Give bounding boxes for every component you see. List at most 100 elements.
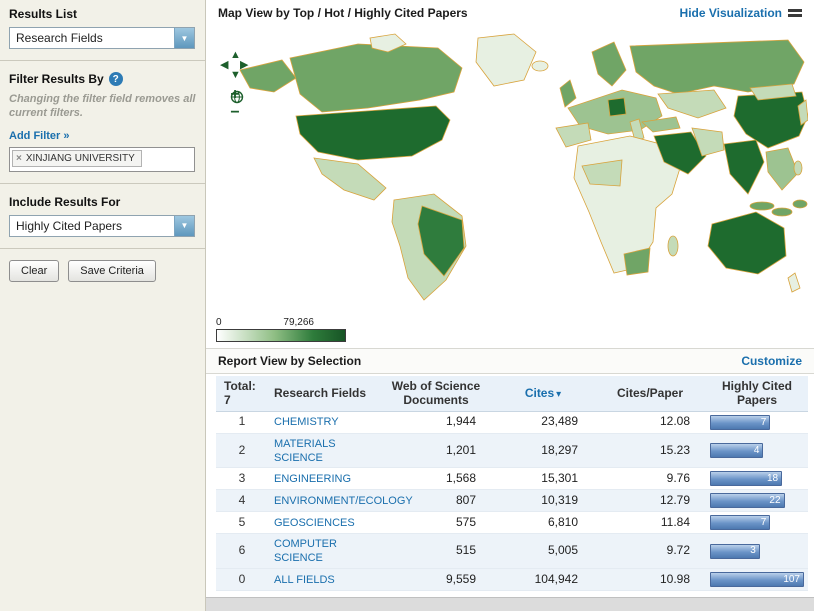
zoom-out-button[interactable]: −	[230, 106, 239, 120]
hcp-cell: 18	[706, 468, 808, 490]
cites-per-paper-cell: 11.84	[594, 512, 706, 534]
total-count-header: Total: 7	[216, 376, 268, 411]
rank-cell: 4	[216, 490, 268, 512]
column-header-cites-per-paper[interactable]: Cites/Paper	[594, 376, 706, 411]
map-legend: 0 79,266	[216, 317, 346, 342]
table-row: 4ENVIRONMENT/ECOLOGY80710,31912.7922	[216, 490, 808, 512]
table-row: 2MATERIALS SCIENCE 1,20118,29715.23 4	[216, 433, 808, 468]
hcp-value: 107	[783, 574, 800, 586]
research-field-link[interactable]: ENVIRONMENT/ECOLOGY	[274, 495, 413, 507]
save-criteria-button[interactable]: Save Criteria	[68, 260, 156, 282]
column-header-research-fields[interactable]: Research Fields	[268, 376, 380, 411]
research-field-link[interactable]: ALL FIELDS	[274, 574, 335, 586]
legend-min-label: 0	[216, 317, 222, 328]
hcp-bar: 7	[710, 415, 770, 430]
hcp-value: 3	[750, 545, 756, 557]
table-header-row: Total: 7 Research Fields Web of Science …	[216, 376, 808, 411]
research-field-link[interactable]: COMPUTER SCIENCE	[274, 538, 337, 564]
rank-cell: 2	[216, 433, 268, 468]
include-results-title: Include Results For	[9, 195, 196, 209]
field-cell: ENVIRONMENT/ECOLOGY	[268, 490, 380, 512]
column-header-highly-cited[interactable]: Highly Cited Papers	[706, 376, 808, 411]
rank-cell: 6	[216, 534, 268, 569]
rank-cell: 1	[216, 411, 268, 433]
research-field-link[interactable]: GEOSCIENCES	[274, 517, 355, 529]
documents-cell: 1,568	[380, 468, 492, 490]
field-cell: GEOSCIENCES	[268, 512, 380, 534]
world-map[interactable]: ▲ ◀ ▶ ▼ + − 0 79,266	[206, 26, 814, 348]
sidebar-divider	[0, 248, 205, 249]
sidebar: Results List Research Fields ▼ Filter Re…	[0, 0, 206, 611]
hcp-cell: 4	[706, 433, 808, 468]
hcp-bar: 3	[710, 544, 760, 559]
world-map-svg	[210, 28, 808, 308]
sidebar-divider	[0, 60, 205, 61]
results-list-select[interactable]: Research Fields ▼	[9, 27, 195, 49]
pan-right-icon[interactable]: ▶	[240, 60, 248, 71]
report-view-header: Report View by Selection Customize	[206, 348, 814, 374]
cites-per-paper-cell: 12.79	[594, 490, 706, 512]
pan-down-icon[interactable]: ▼	[230, 70, 241, 81]
hcp-cell: 22	[706, 490, 808, 512]
research-field-link[interactable]: MATERIALS SCIENCE	[274, 438, 336, 464]
hcp-cell: 3	[706, 534, 808, 569]
remove-filter-icon[interactable]: ×	[16, 153, 22, 164]
sort-desc-icon: ▾	[556, 389, 561, 400]
hcp-bar: 4	[710, 443, 763, 458]
rank-cell: 5	[216, 512, 268, 534]
cites-cell: 23,489	[492, 411, 594, 433]
cites-cell: 18,297	[492, 433, 594, 468]
table-total-row: 0ALL FIELDS9,559104,94210.98107	[216, 568, 808, 590]
rank-cell: 0	[216, 568, 268, 590]
hide-visualization-icon[interactable]	[788, 7, 802, 19]
cites-per-paper-cell: 15.23	[594, 433, 706, 468]
field-cell: ALL FIELDS	[268, 568, 380, 590]
rank-cell: 3	[216, 468, 268, 490]
legend-gradient-bar	[216, 329, 346, 342]
research-field-link[interactable]: CHEMISTRY	[274, 416, 339, 428]
documents-cell: 575	[380, 512, 492, 534]
hcp-bar: 22	[710, 493, 785, 508]
include-results-select[interactable]: Highly Cited Papers ▼	[9, 215, 195, 237]
dropdown-arrow-icon[interactable]: ▼	[174, 216, 194, 236]
table-row: 1 CHEMISTRY 1,94423,48912.08 7	[216, 411, 808, 433]
hcp-bar: 18	[710, 471, 782, 486]
filter-input-box[interactable]: × XINJIANG UNIVERSITY	[9, 147, 195, 172]
clear-button[interactable]: Clear	[9, 260, 59, 282]
pan-left-icon[interactable]: ◀	[220, 60, 228, 71]
legend-max-label: 79,266	[283, 317, 314, 328]
hcp-cell: 7	[706, 512, 808, 534]
map-continent-south-america	[392, 194, 466, 300]
hcp-bar: 7	[710, 515, 770, 530]
cites-cell: 10,319	[492, 490, 594, 512]
add-filter-link[interactable]: Add Filter »	[9, 130, 70, 142]
include-results-selected-value: Highly Cited Papers	[10, 219, 174, 233]
research-field-link[interactable]: ENGINEERING	[274, 473, 351, 485]
column-header-cites[interactable]: Cites▾	[492, 376, 594, 411]
map-continent-oceania	[708, 212, 800, 292]
table-row: 5GEOSCIENCES5756,81011.847	[216, 512, 808, 534]
bottom-scrollbar-track[interactable]	[206, 597, 814, 611]
cites-sort-link[interactable]: Cites	[525, 386, 554, 400]
map-view-header: Map View by Top / Hot / Highly Cited Pap…	[206, 0, 814, 26]
table-row: 6COMPUTER SCIENCE5155,0059.723	[216, 534, 808, 569]
map-zoom-control[interactable]: + −	[226, 88, 244, 120]
dropdown-arrow-icon[interactable]: ▼	[174, 28, 194, 48]
column-header-documents[interactable]: Web of Science Documents	[380, 376, 492, 411]
filter-note-text: Changing the filter field removes all cu…	[9, 92, 196, 121]
documents-cell: 515	[380, 534, 492, 569]
main-content: Map View by Top / Hot / Highly Cited Pap…	[206, 0, 814, 611]
total-value: 7	[224, 393, 262, 407]
hide-visualization-link[interactable]: Hide Visualization	[680, 6, 782, 20]
hcp-cell: 7	[706, 411, 808, 433]
cites-per-paper-cell: 10.98	[594, 568, 706, 590]
documents-cell: 1,944	[380, 411, 492, 433]
map-pan-control[interactable]: ▲ ◀ ▶ ▼	[220, 50, 252, 82]
hcp-cell: 107	[706, 568, 808, 590]
field-cell: MATERIALS SCIENCE	[268, 433, 380, 468]
report-table: Total: 7 Research Fields Web of Science …	[216, 376, 808, 591]
customize-link[interactable]: Customize	[741, 354, 802, 368]
cites-per-paper-cell: 12.08	[594, 411, 706, 433]
help-icon[interactable]: ?	[109, 72, 123, 86]
documents-cell: 1,201	[380, 433, 492, 468]
